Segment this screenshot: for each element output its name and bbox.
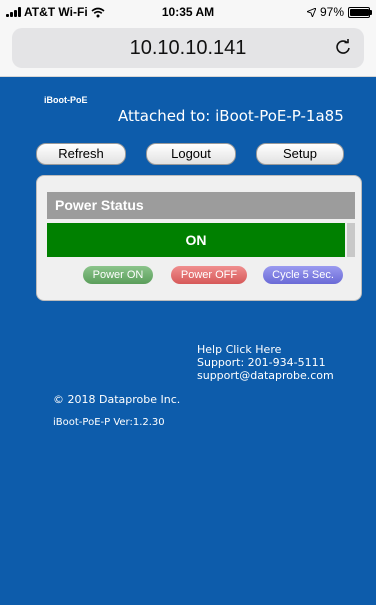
browser-toolbar: 10.10.10.141 bbox=[0, 24, 376, 77]
refresh-button[interactable]: Refresh bbox=[36, 143, 126, 165]
support-phone: Support: 201-934-5111 bbox=[197, 356, 326, 369]
address-bar[interactable]: 10.10.10.141 bbox=[12, 28, 364, 68]
cycle-button[interactable]: Cycle 5 Sec. bbox=[263, 266, 343, 284]
phone-screen: AT&T Wi-Fi 10:35 AM 97% 10.10.10.141 iBo… bbox=[0, 0, 376, 605]
copyright: © 2018 Dataprobe Inc. bbox=[53, 393, 181, 406]
status-right: 97% bbox=[306, 5, 372, 19]
power-status-indicator: ON bbox=[47, 223, 345, 257]
support-email[interactable]: support@dataprobe.com bbox=[197, 369, 334, 382]
status-scrollbar[interactable] bbox=[347, 223, 355, 257]
battery-icon bbox=[348, 6, 372, 18]
power-on-button[interactable]: Power ON bbox=[83, 266, 153, 284]
reload-icon[interactable] bbox=[332, 36, 354, 58]
url-text: 10.10.10.141 bbox=[129, 37, 247, 59]
battery-percent: 97% bbox=[319, 5, 344, 19]
brand-logo: iBoot-PoE bbox=[44, 95, 88, 105]
power-status-panel: Power Status ON Power ON Power OFF Cycle… bbox=[36, 175, 362, 301]
attached-device: Attached to: iBoot-PoE-P-1a85 bbox=[118, 107, 344, 125]
status-bar: AT&T Wi-Fi 10:35 AM 97% bbox=[0, 0, 376, 24]
power-status-title: Power Status bbox=[47, 192, 355, 219]
help-link[interactable]: Help Click Here bbox=[197, 343, 334, 356]
version-label: iBoot-PoE-P Ver:1.2.30 bbox=[53, 417, 165, 428]
iboot-page: iBoot-PoE Attached to: iBoot-PoE-P-1a85 … bbox=[0, 77, 376, 605]
power-off-button[interactable]: Power OFF bbox=[171, 266, 247, 284]
setup-button[interactable]: Setup bbox=[256, 143, 344, 165]
location-arrow-icon bbox=[306, 7, 316, 17]
logout-button[interactable]: Logout bbox=[146, 143, 236, 165]
help-block[interactable]: Help Click Here Support: 201-934-5111 su… bbox=[197, 343, 334, 382]
